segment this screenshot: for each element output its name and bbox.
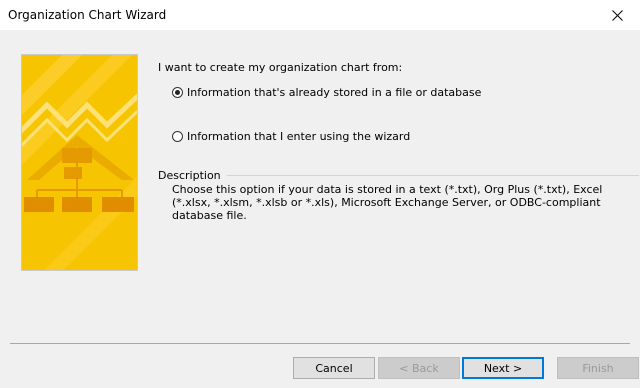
option-label: Information that I enter using the wizar… <box>187 130 411 143</box>
option-label: Information that's already stored in a f… <box>187 86 482 99</box>
wizard-banner-image <box>21 54 138 271</box>
option-enter-using-wizard[interactable]: Information that I enter using the wizar… <box>172 130 410 143</box>
close-button[interactable] <box>594 0 640 30</box>
radio-button[interactable] <box>172 131 183 142</box>
finish-button[interactable]: Finish <box>557 357 639 379</box>
description-group: Description <box>158 169 639 182</box>
option-file-or-database[interactable]: Information that's already stored in a f… <box>172 86 481 99</box>
close-icon <box>611 9 623 21</box>
description-text: Choose this option if your data is store… <box>172 183 603 222</box>
title-bar: Organization Chart Wizard <box>0 0 640 30</box>
cancel-button[interactable]: Cancel <box>293 357 375 379</box>
footer-divider <box>10 343 630 344</box>
prompt-label: I want to create my organization chart f… <box>158 61 403 74</box>
divider <box>226 175 639 176</box>
next-button[interactable]: Next > <box>462 357 544 379</box>
radio-button-selected[interactable] <box>172 87 183 98</box>
back-button[interactable]: < Back <box>378 357 460 379</box>
window-title: Organization Chart Wizard <box>8 8 167 22</box>
description-heading: Description <box>158 169 221 182</box>
